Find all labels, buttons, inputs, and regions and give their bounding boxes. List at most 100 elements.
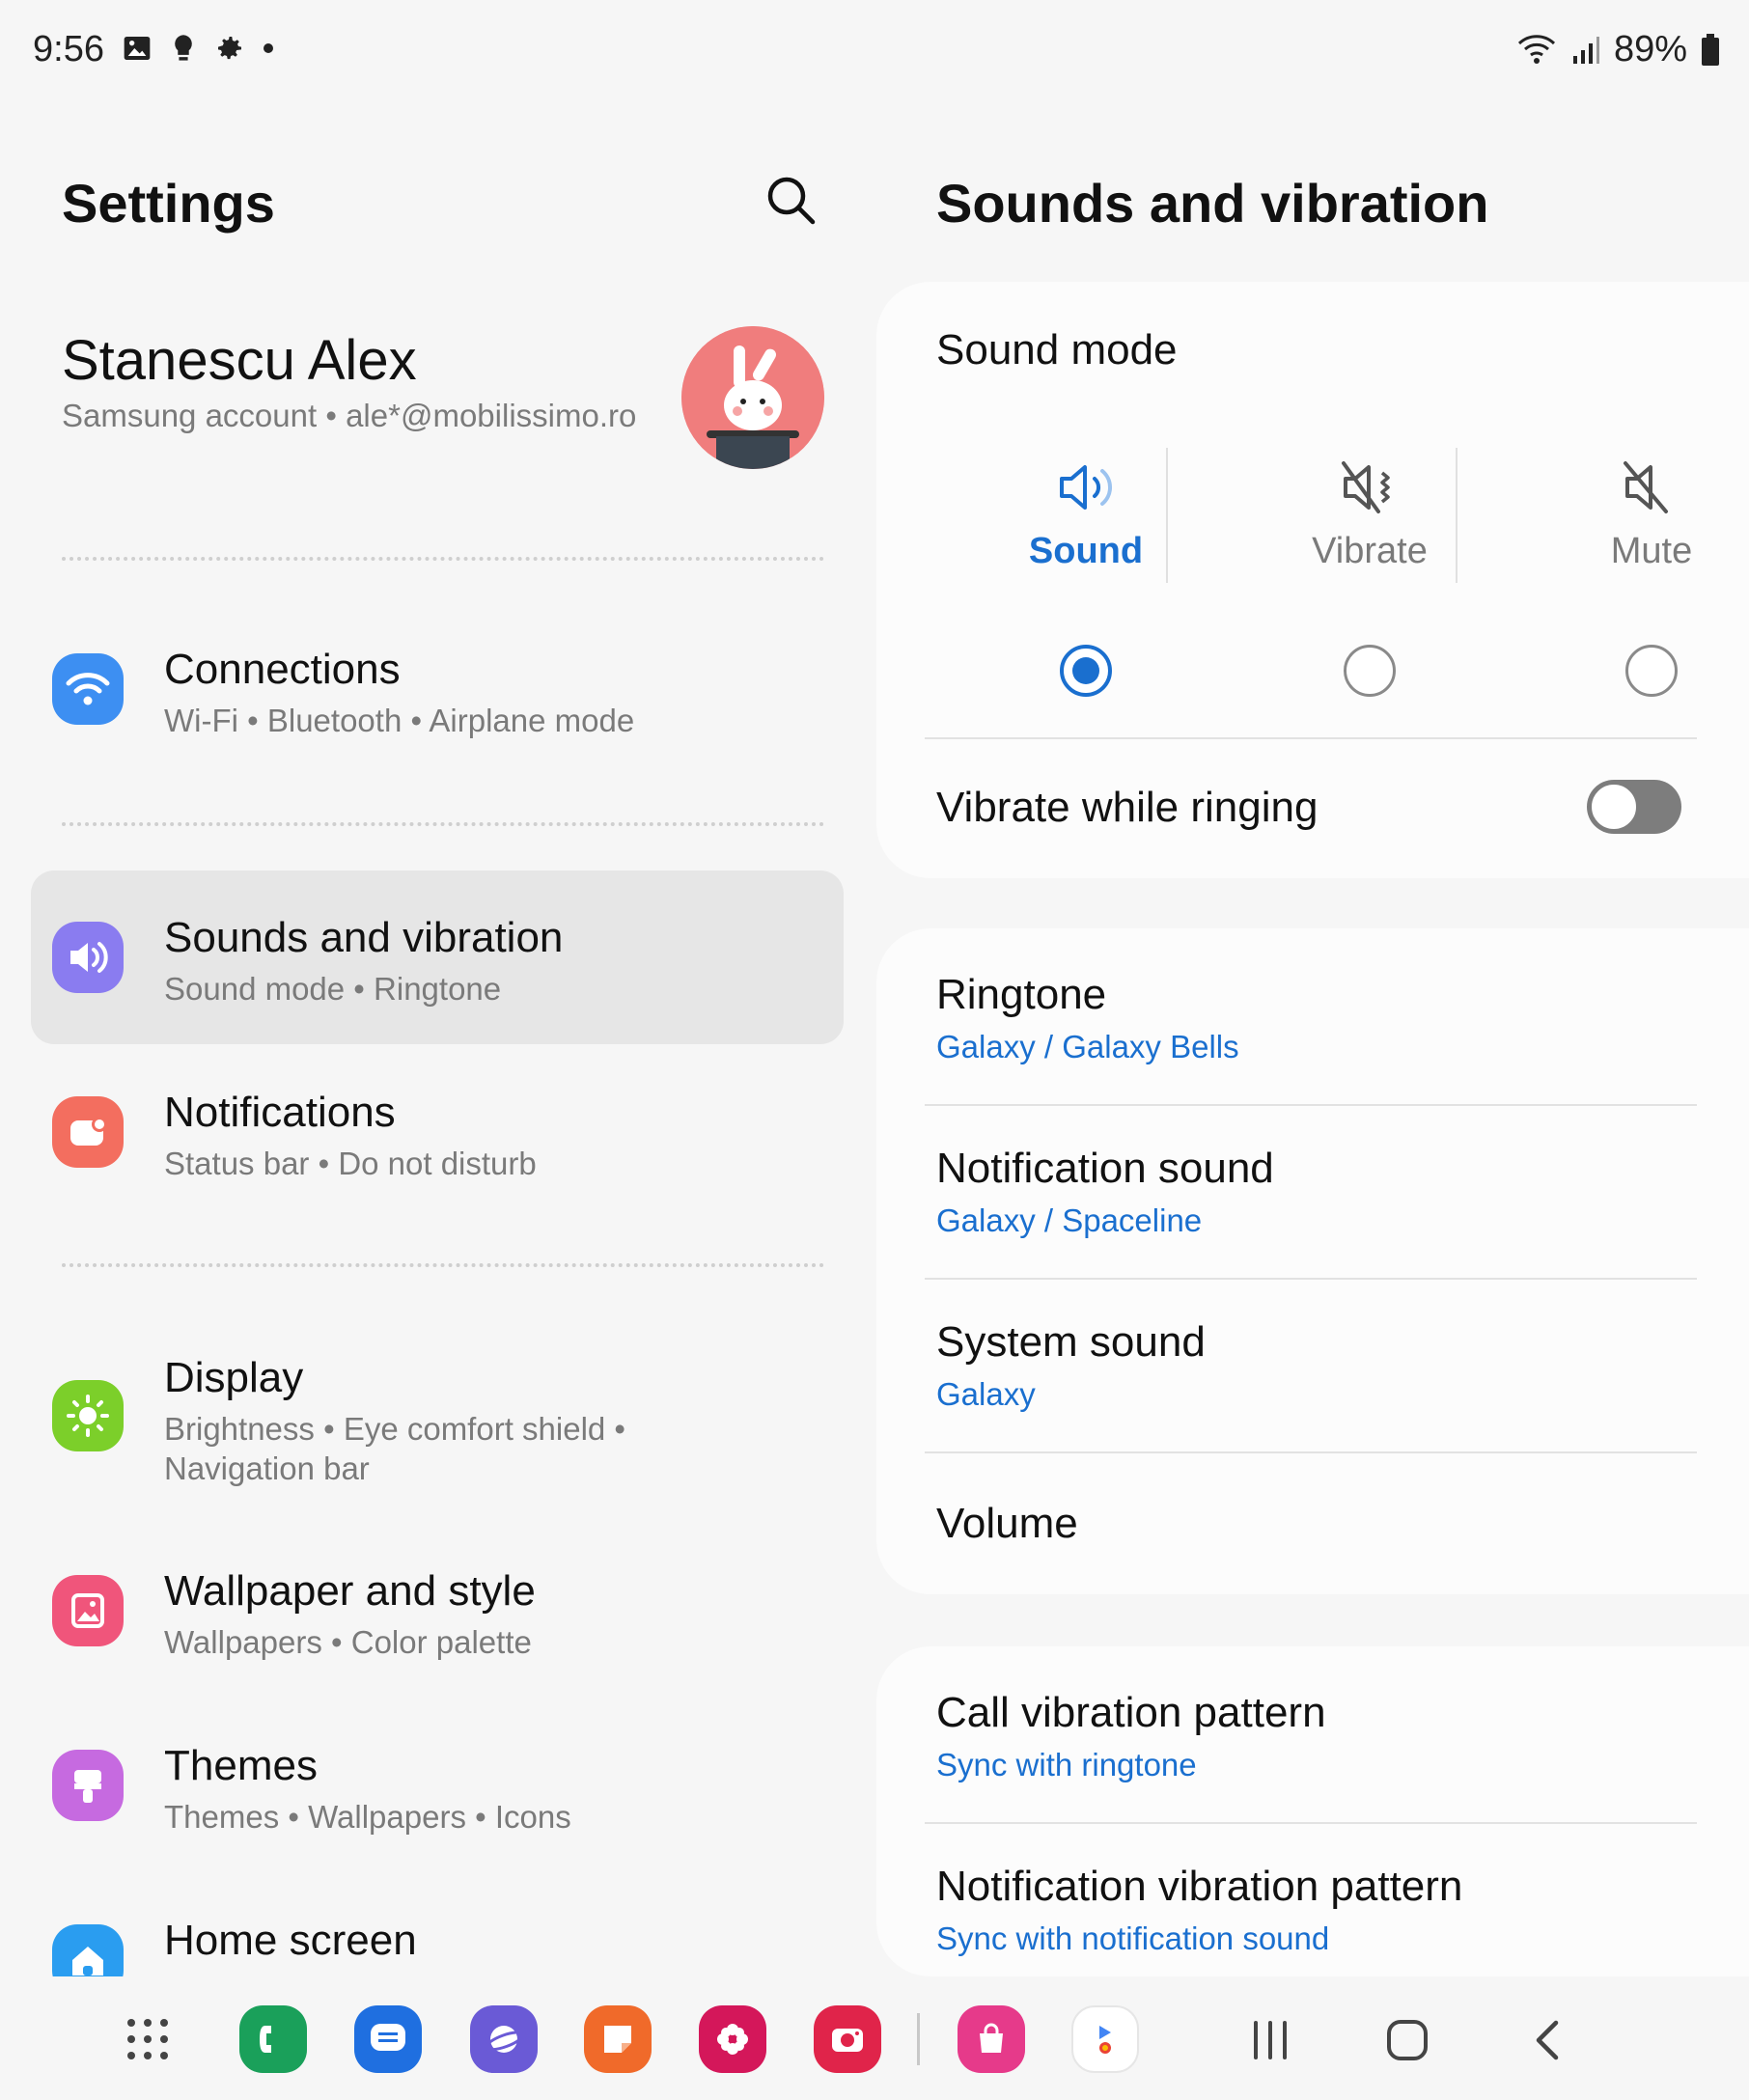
- menu-item-title: Themes: [164, 1742, 318, 1789]
- menu-item-connections[interactable]: Connections Wi-Fi • Bluetooth • Airplane…: [31, 602, 844, 776]
- menu-item-title: Wallpaper and style: [164, 1567, 536, 1615]
- divider: [62, 557, 824, 561]
- menu-item-title: Display: [164, 1354, 304, 1401]
- menu-item-title: Connections: [164, 646, 401, 693]
- menu-item-home-screen[interactable]: Home screen: [31, 1873, 844, 1976]
- search-icon: [767, 177, 816, 225]
- sub-label: Icons: [494, 1799, 571, 1835]
- avatar[interactable]: [681, 326, 824, 469]
- sub-label: Eye comfort shield: [343, 1411, 606, 1447]
- sound-mode-option-mute[interactable]: Mute: [1512, 456, 1749, 706]
- battery-icon: [1702, 33, 1719, 66]
- recents-icon[interactable]: [1243, 2013, 1297, 2067]
- settings-gear-icon: [218, 37, 241, 60]
- sun-icon: [52, 1380, 124, 1451]
- search-button[interactable]: [764, 174, 819, 228]
- menu-item-subtitle: Themes • Wallpapers • Icons: [164, 1799, 571, 1835]
- profile-account-type: Samsung account: [62, 398, 318, 433]
- picture-icon: [52, 1575, 124, 1646]
- speaker-on-icon: [1060, 465, 1113, 510]
- notification-sound-label: Notification sound: [936, 1145, 1274, 1192]
- signal-icon: [1572, 36, 1599, 64]
- menu-item-notifications[interactable]: Notifications Status bar • Do not distur…: [31, 1045, 844, 1219]
- sub-label: Wallpapers: [308, 1799, 466, 1835]
- messages-app-icon[interactable]: [354, 2005, 422, 2073]
- sound-mode-option-label: Vibrate: [1312, 531, 1428, 571]
- notes-app-icon[interactable]: [584, 2005, 652, 2073]
- speaker-icon: [52, 922, 124, 993]
- menu-item-display[interactable]: Display Brightness • Eye comfort shield …: [31, 1311, 844, 1486]
- system-sound-value: Galaxy: [936, 1376, 1036, 1412]
- mute-icon: [1624, 461, 1668, 513]
- status-bar: 9:56 89%: [0, 0, 1749, 101]
- call-vibration-pattern-value: Sync with ringtone: [936, 1747, 1197, 1782]
- divider: [925, 1104, 1697, 1106]
- menu-item-subtitle: Sound mode • Ringtone: [164, 971, 502, 1007]
- notification-sound-value: Galaxy / Spaceline: [936, 1202, 1203, 1238]
- avatar-rabbit-image: [681, 326, 824, 469]
- notification-icon: [52, 1096, 124, 1168]
- google-folder-icon[interactable]: [1071, 2005, 1139, 2073]
- menu-item-subtitle: Wallpapers • Color palette: [164, 1624, 532, 1660]
- ringtone-value: Galaxy / Galaxy Bells: [936, 1029, 1239, 1064]
- notification-vibration-pattern-label: Notification vibration pattern: [936, 1863, 1463, 1910]
- home-nav-icon[interactable]: [1380, 2013, 1434, 2067]
- sub-label: Wi-Fi: [164, 703, 238, 738]
- page-title: Settings: [62, 173, 275, 234]
- gallery-app-icon[interactable]: [699, 2005, 766, 2073]
- sub-label: Wallpapers: [164, 1624, 322, 1660]
- app-drawer-icon[interactable]: [114, 2005, 181, 2073]
- status-left-icons: [122, 33, 274, 64]
- detail-title: Sounds and vibration: [936, 173, 1489, 234]
- battery-percent: 89%: [1613, 29, 1687, 69]
- store-app-icon[interactable]: [958, 2005, 1025, 2073]
- sub-label: Brightness: [164, 1411, 315, 1447]
- phone-app-icon[interactable]: [239, 2005, 307, 2073]
- profile-subtitle: Samsung account • ale*@mobilissimo.ro: [62, 396, 660, 435]
- menu-item-title: Sounds and vibration: [164, 914, 564, 961]
- vibration-card: Call vibration pattern Sync with rington…: [876, 1646, 1749, 1976]
- profile-email: ale*@mobilissimo.ro: [346, 398, 637, 433]
- sound-radio[interactable]: [1060, 645, 1112, 697]
- camera-app-icon[interactable]: [814, 2005, 881, 2073]
- sound-mode-option-sound[interactable]: Sound: [946, 456, 1226, 706]
- home-icon: [52, 1924, 124, 1976]
- menu-item-subtitle: Status bar • Do not disturb: [164, 1146, 537, 1181]
- system-sound-label: System sound: [936, 1318, 1206, 1366]
- gallery-icon: [124, 37, 151, 60]
- sub-label: Do not disturb: [338, 1146, 537, 1181]
- menu-item-wallpaper-and-style[interactable]: Wallpaper and style Wallpapers • Color p…: [31, 1524, 844, 1698]
- brush-icon: [52, 1750, 124, 1821]
- notification-vibration-pattern-value: Sync with notification sound: [936, 1920, 1330, 1956]
- menu-item-title: Home screen: [164, 1917, 417, 1964]
- sub-label: Ringtone: [374, 971, 502, 1007]
- vibrate-while-ringing-label: Vibrate while ringing: [936, 784, 1319, 831]
- separator-dot: •: [325, 398, 347, 433]
- sub-label: Themes: [164, 1799, 280, 1835]
- internet-app-icon[interactable]: [470, 2005, 538, 2073]
- vibrate-radio[interactable]: [1344, 645, 1396, 697]
- menu-item-clip: Home screen: [0, 1863, 869, 1976]
- menu-item-title: Notifications: [164, 1089, 396, 1136]
- sound-mode-option-vibrate[interactable]: Vibrate: [1230, 456, 1510, 706]
- mute-radio[interactable]: [1625, 645, 1678, 697]
- divider: [925, 1278, 1697, 1280]
- toggle-knob: [1589, 782, 1639, 832]
- menu-item-themes[interactable]: Themes Themes • Wallpapers • Icons: [31, 1699, 844, 1872]
- sub-label: Airplane mode: [429, 703, 635, 738]
- menu-item-subtitle: Wi-Fi • Bluetooth • Airplane mode: [164, 703, 635, 738]
- sub-label: Bluetooth: [266, 703, 403, 738]
- bulb-icon: [175, 35, 192, 61]
- option-separator: [1166, 448, 1168, 583]
- vibrate-while-ringing-toggle[interactable]: [1587, 780, 1681, 834]
- sound-mode-option-label: Sound: [1028, 531, 1144, 571]
- back-icon[interactable]: [1521, 2013, 1575, 2067]
- status-right-icons: 89%: [1515, 29, 1720, 70]
- menu-item-sounds-and-vibration[interactable]: Sounds and vibration Sound mode • Ringto…: [31, 870, 844, 1044]
- ringtone-label: Ringtone: [936, 971, 1107, 1018]
- sound-mode-card: Sound mode Sound Vibrate Mute Vibrate wh…: [876, 282, 1749, 878]
- divider: [62, 1263, 824, 1267]
- dock-separator: [917, 2013, 920, 2065]
- sub-label: Navigation bar: [164, 1451, 370, 1486]
- vibrate-icon: [1342, 461, 1390, 513]
